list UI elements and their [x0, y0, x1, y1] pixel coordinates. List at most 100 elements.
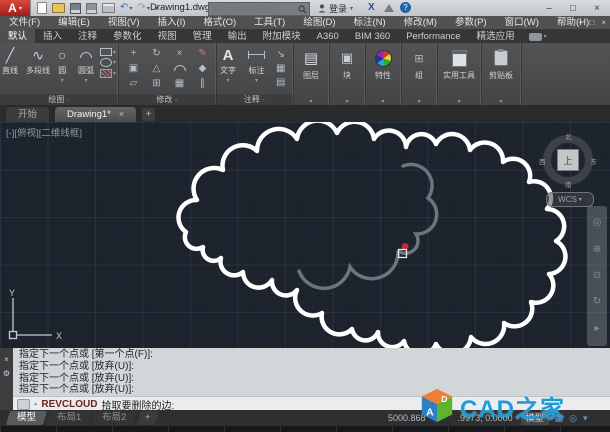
search-icon[interactable] [298, 5, 307, 14]
scale-button[interactable]: ⊞ [145, 76, 168, 90]
mirror-button[interactable]: △ [145, 61, 168, 75]
rotate-button[interactable]: ↻ [145, 46, 168, 60]
doc-close-button[interactable]: × [601, 18, 606, 27]
panel-layers[interactable]: ▤ 图层▾ [293, 43, 330, 105]
menu-edit[interactable]: 编辑(E) [49, 16, 99, 29]
snap-toggle-icon[interactable]: ◎ [569, 413, 577, 424]
search-input[interactable] [209, 5, 298, 14]
revision-cloud[interactable] [178, 122, 565, 348]
camera-icon[interactable] [529, 33, 542, 41]
close-icon[interactable]: × [4, 356, 9, 364]
tab-home[interactable]: 默认 [0, 29, 35, 43]
maximize-button[interactable]: □ [562, 0, 584, 16]
plot-button[interactable] [102, 3, 115, 13]
viewcube[interactable]: 北 南 东 西 上 [540, 132, 596, 188]
copy-button[interactable]: ▣ [122, 61, 145, 75]
explode-button[interactable]: ◆ [191, 61, 214, 75]
tab-bim360[interactable]: BIM 360 [347, 29, 398, 43]
menu-insert[interactable]: 插入(I) [148, 16, 194, 29]
tab-a360[interactable]: A360 [309, 29, 347, 43]
drawing-canvas[interactable]: [-][俯视][二维线框] 北 南 东 西 上 WCS ▾ ◎ ⊕ ⊙ ↻ ▸ [0, 122, 610, 348]
a360-icon[interactable] [384, 4, 394, 12]
undo-button[interactable]: ↶▾ [120, 3, 132, 13]
chevron-down-icon[interactable]: ▾ [129, 5, 132, 12]
tab-output[interactable]: 输出 [220, 29, 255, 43]
polyline-button[interactable]: ∿多段线 [26, 46, 50, 76]
close-button[interactable]: × [586, 0, 608, 16]
tab-model[interactable]: 模型 [6, 411, 48, 425]
showmotion-icon[interactable]: ▸ [594, 324, 599, 334]
close-icon[interactable]: × [119, 107, 124, 122]
rectangle-button[interactable]: ▾ [100, 48, 116, 56]
menu-tools[interactable]: 工具(T) [245, 16, 294, 29]
panel-annotate-title[interactable]: 注释 ▾ [216, 94, 293, 105]
orbit-icon[interactable]: ↻ [593, 297, 601, 307]
tab-insert[interactable]: 插入 [35, 29, 70, 43]
doc-minimize-button[interactable]: – [578, 18, 582, 27]
leader-button[interactable]: ↘ [276, 48, 285, 60]
tab-drawing1[interactable]: Drawing1* × [55, 107, 136, 122]
doc-restore-button[interactable]: □ [589, 18, 594, 27]
menu-modify[interactable]: 修改(M) [395, 16, 446, 29]
tab-performance[interactable]: Performance [398, 29, 468, 43]
line-button[interactable]: ╱直线 [2, 46, 18, 76]
tab-manage[interactable]: 管理 [185, 29, 220, 43]
stretch-button[interactable]: ▱ [122, 76, 145, 90]
wcs-dropdown[interactable]: WCS ▾ [546, 192, 594, 207]
menu-parametric[interactable]: 参数(P) [446, 16, 496, 29]
tab-parametric[interactable]: 参数化 [105, 29, 150, 43]
ellipse-button[interactable]: ▾ [100, 58, 116, 67]
text-button[interactable]: A文字▾ [220, 46, 236, 84]
chevron-down-icon[interactable]: ▾ [544, 33, 547, 40]
tab-layout2[interactable]: 布局2 [91, 411, 138, 425]
menu-format[interactable]: 格式(O) [194, 16, 245, 29]
panel-modify-title[interactable]: 修改 ▾ [118, 94, 216, 105]
dimension-button[interactable]: 标注▾ [248, 46, 265, 84]
exchange-apps-button[interactable]: X [368, 2, 375, 13]
array-button[interactable]: ▦ [168, 76, 191, 90]
sheet-button[interactable]: ▤ [276, 76, 285, 88]
steering-wheel-icon[interactable]: ◎ [593, 218, 602, 228]
trim-button[interactable]: × [168, 46, 191, 60]
table-button[interactable]: ▦ [276, 62, 285, 74]
tab-featured-apps[interactable]: 精选应用 [469, 29, 523, 43]
tab-addins[interactable]: 附加模块 [255, 29, 309, 43]
redo-button[interactable]: ↷▾ [137, 3, 149, 13]
open-button[interactable] [52, 3, 65, 13]
move-button[interactable]: + [122, 46, 145, 60]
menu-draw[interactable]: 绘图(D) [294, 16, 344, 29]
tab-view[interactable]: 视图 [150, 29, 185, 43]
menu-window[interactable]: 窗口(W) [496, 16, 548, 29]
viewcube-top-face[interactable]: 上 [557, 149, 579, 171]
tab-layout1[interactable]: 布局1 [46, 411, 93, 425]
save-button[interactable] [70, 3, 81, 14]
wrench-icon[interactable]: ⚙ [3, 370, 10, 378]
erase-button[interactable]: ✎ [191, 46, 214, 60]
panel-draw-title[interactable]: 绘图 ▾ [0, 94, 118, 105]
new-drawing-button[interactable]: + [142, 108, 155, 121]
new-layout-button[interactable]: + [136, 411, 158, 425]
circle-button[interactable]: ○圆▾ [58, 46, 66, 84]
panel-properties[interactable]: 特性▾ [365, 43, 402, 105]
offset-button[interactable]: ∥ [191, 76, 214, 90]
panel-clipboard[interactable]: 剪贴板▾ [481, 43, 522, 105]
save-as-button[interactable] [86, 3, 97, 14]
panel-utilities[interactable]: 实用工具▾ [437, 43, 482, 105]
new-button[interactable] [37, 2, 47, 14]
help-button[interactable]: ? [400, 2, 411, 13]
menu-view[interactable]: 视图(V) [99, 16, 149, 29]
minimize-button[interactable]: – [538, 0, 560, 16]
pan-icon[interactable]: ⊕ [593, 245, 601, 255]
menu-file[interactable]: 文件(F) [0, 16, 49, 29]
tab-annotate[interactable]: 注释 [70, 29, 105, 43]
menu-dimension[interactable]: 标注(N) [345, 16, 395, 29]
tab-start[interactable]: 开始 [6, 107, 49, 122]
chevron-down-icon[interactable]: ▾ [583, 413, 588, 424]
app-menu-button[interactable]: A▾ [0, 0, 31, 16]
fillet-button[interactable] [168, 61, 191, 75]
panel-block[interactable]: ▣ 块▾ [329, 43, 366, 105]
arc-button[interactable]: 圆弧▾ [78, 46, 94, 84]
sign-in-button[interactable]: 登录 ▾ [318, 2, 353, 15]
zoom-icon[interactable]: ⊙ [593, 271, 601, 281]
hatch-button[interactable]: ▾ [100, 69, 116, 78]
